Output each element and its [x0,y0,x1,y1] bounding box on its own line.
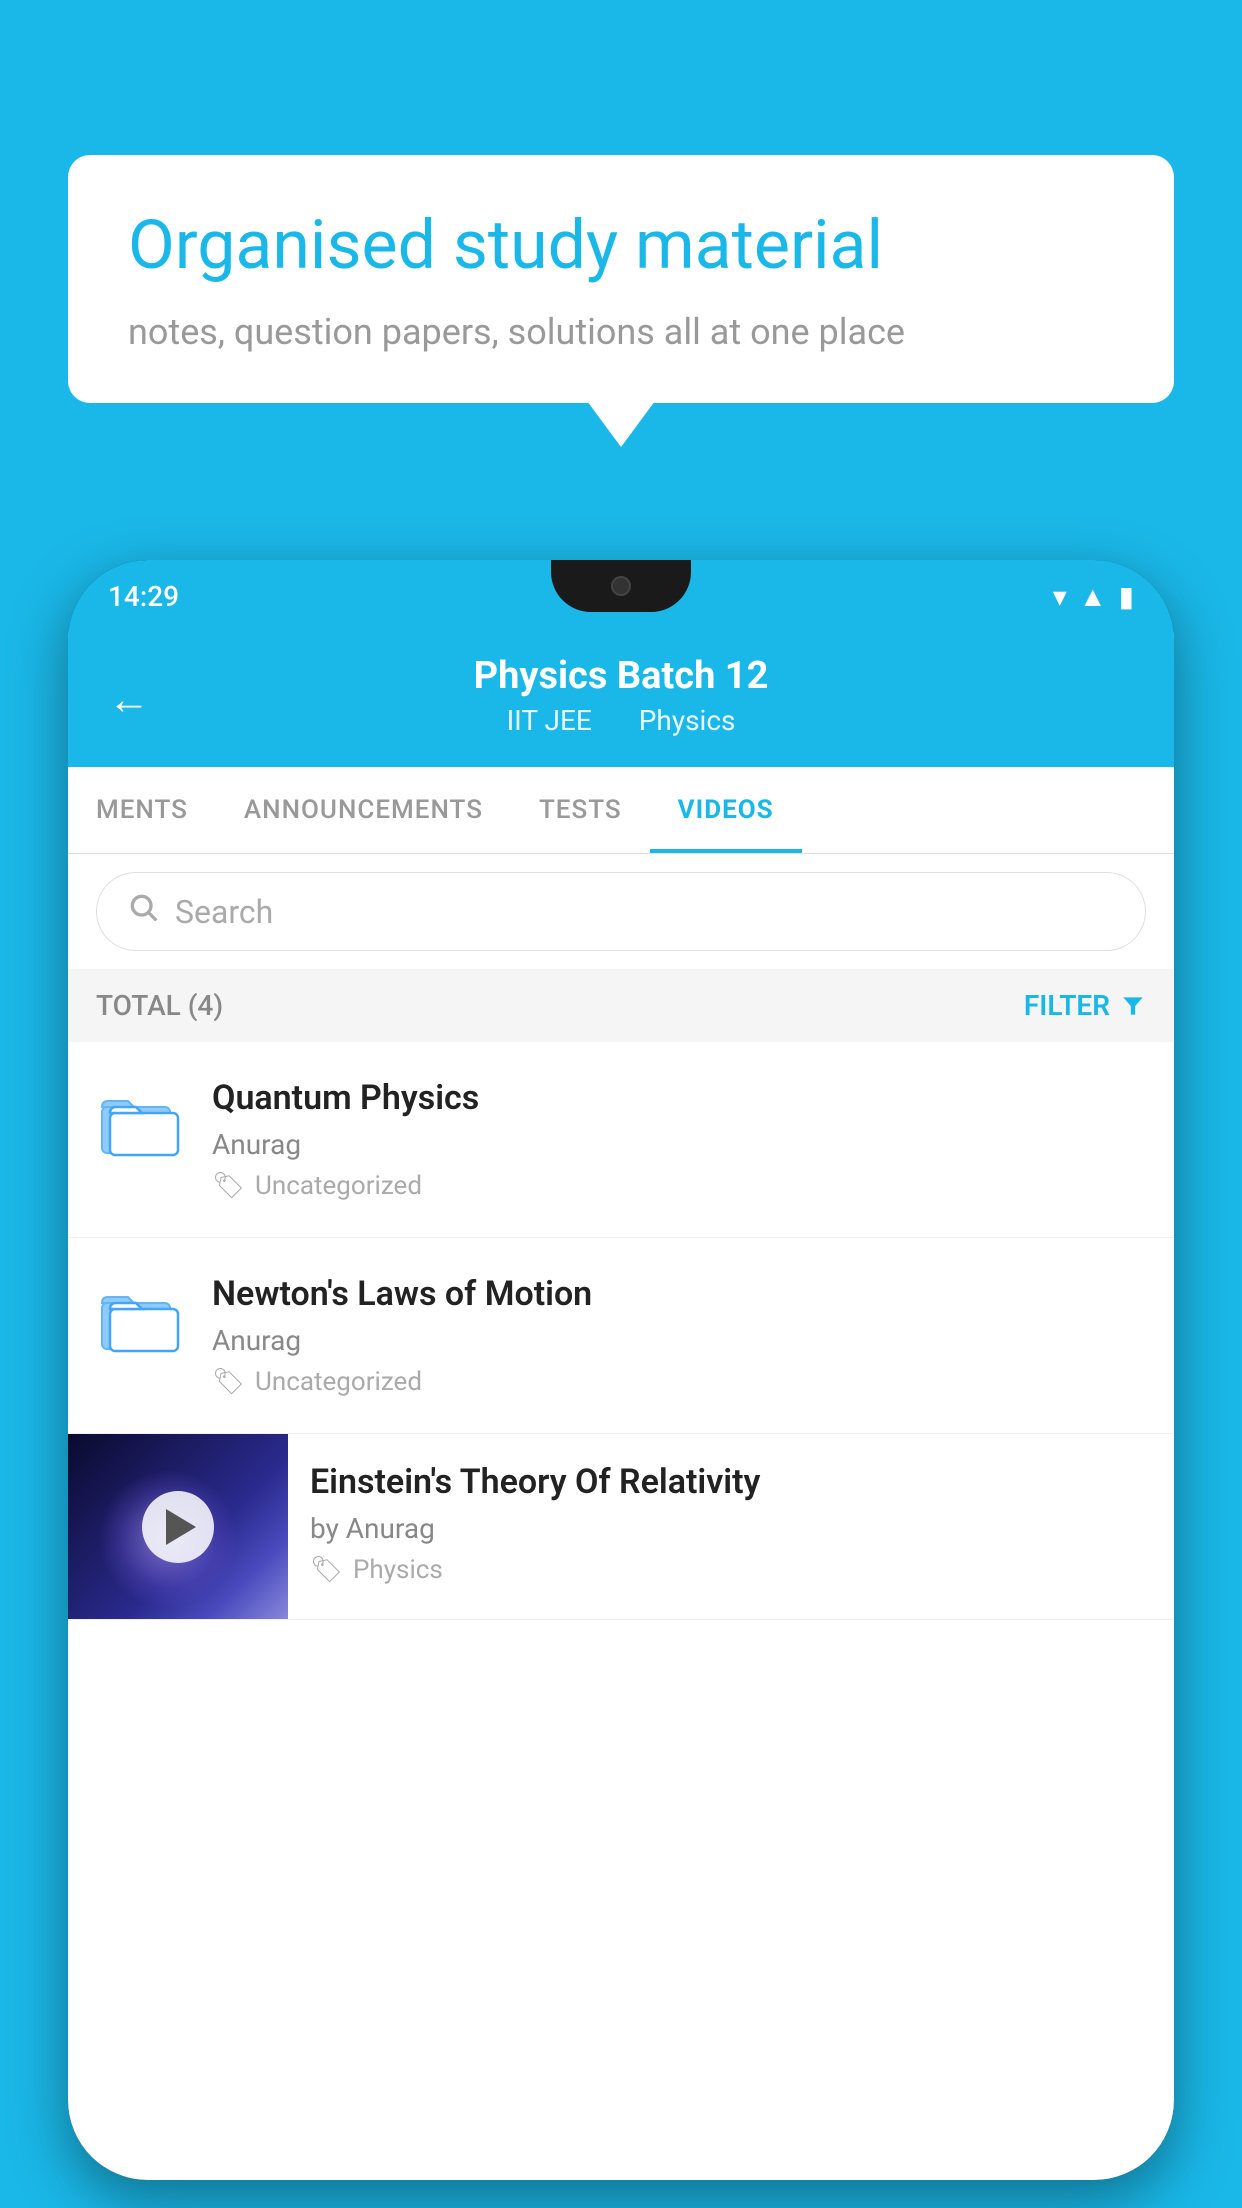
wifi-icon: ▾ [1053,580,1067,613]
phone-notch [551,560,691,612]
tab-tests[interactable]: TESTS [511,767,650,853]
search-container: Search [68,854,1174,969]
folder-icon-2 [96,1274,184,1362]
tab-announcements[interactable]: ANNOUNCEMENTS [216,767,511,853]
search-placeholder: Search [175,893,273,931]
item-info-1: Quantum Physics Anurag 🏷 Uncategorized [212,1078,1146,1201]
item-tag-1: 🏷 Uncategorized [212,1171,1146,1201]
status-bar: 14:29 ▾ ▲ ▮ [68,560,1174,632]
back-button[interactable]: ← [108,675,150,724]
battery-icon: ▮ [1119,580,1134,613]
search-bar[interactable]: Search [96,872,1146,951]
item-info-2: Newton's Laws of Motion Anurag 🏷 Uncateg… [212,1274,1146,1397]
tag-text-3: Physics [353,1555,443,1585]
speech-bubble-subtext: notes, question papers, solutions all at… [128,311,1114,353]
video-tag: 🏷 Physics [310,1555,1152,1585]
total-count: TOTAL (4) [96,989,223,1022]
play-icon [166,1509,196,1545]
phone-screen: ← Physics Batch 12 IIT JEE Physics MENTS… [68,632,1174,2180]
list-item[interactable]: Quantum Physics Anurag 🏷 Uncategorized [68,1042,1174,1238]
item-title-2: Newton's Laws of Motion [212,1274,1146,1314]
video-thumbnail [68,1434,288,1619]
speech-bubble-headline: Organised study material [128,205,1114,287]
status-icons: ▾ ▲ ▮ [1053,580,1134,613]
tab-videos[interactable]: VIDEOS [650,767,802,853]
tab-ments[interactable]: MENTS [68,767,216,853]
header-subtitle: IIT JEE Physics [108,704,1134,737]
status-time: 14:29 [108,580,179,613]
header-title: Physics Batch 12 [108,654,1134,698]
folder-icon-1 [96,1078,184,1166]
video-item-info: Einstein's Theory Of Relativity by Anura… [288,1434,1174,1613]
subtitle-iitjee: IIT JEE [507,704,592,737]
camera-dot [611,576,631,596]
speech-bubble: Organised study material notes, question… [68,155,1174,403]
tag-icon-2: 🏷 [212,1367,245,1397]
item-author-2: Anurag [212,1324,1146,1357]
speech-bubble-container: Organised study material notes, question… [68,155,1174,403]
video-title: Einstein's Theory Of Relativity [310,1462,1152,1502]
item-tag-2: 🏷 Uncategorized [212,1367,1146,1397]
tag-text-2: Uncategorized [255,1367,422,1397]
tag-text-1: Uncategorized [255,1171,422,1201]
tag-icon-3: 🏷 [310,1555,343,1585]
tag-icon-1: 🏷 [212,1171,245,1201]
list-item[interactable]: Newton's Laws of Motion Anurag 🏷 Uncateg… [68,1238,1174,1434]
subtitle-physics: Physics [639,704,736,737]
play-button[interactable] [142,1491,214,1563]
app-header: ← Physics Batch 12 IIT JEE Physics [68,632,1174,767]
filter-button[interactable]: FILTER [1024,989,1146,1022]
search-icon [127,891,159,932]
content-list: Quantum Physics Anurag 🏷 Uncategorized [68,1042,1174,1620]
phone-frame: 14:29 ▾ ▲ ▮ ← Physics Batch 12 IIT JEE P… [68,560,1174,2180]
filter-row: TOTAL (4) FILTER [68,969,1174,1042]
video-author: by Anurag [310,1512,1152,1545]
signal-icon: ▲ [1079,580,1107,613]
item-author-1: Anurag [212,1128,1146,1161]
tab-bar: MENTS ANNOUNCEMENTS TESTS VIDEOS [68,767,1174,854]
item-title-1: Quantum Physics [212,1078,1146,1118]
filter-label: FILTER [1024,989,1110,1022]
list-item-video[interactable]: Einstein's Theory Of Relativity by Anura… [68,1434,1174,1620]
